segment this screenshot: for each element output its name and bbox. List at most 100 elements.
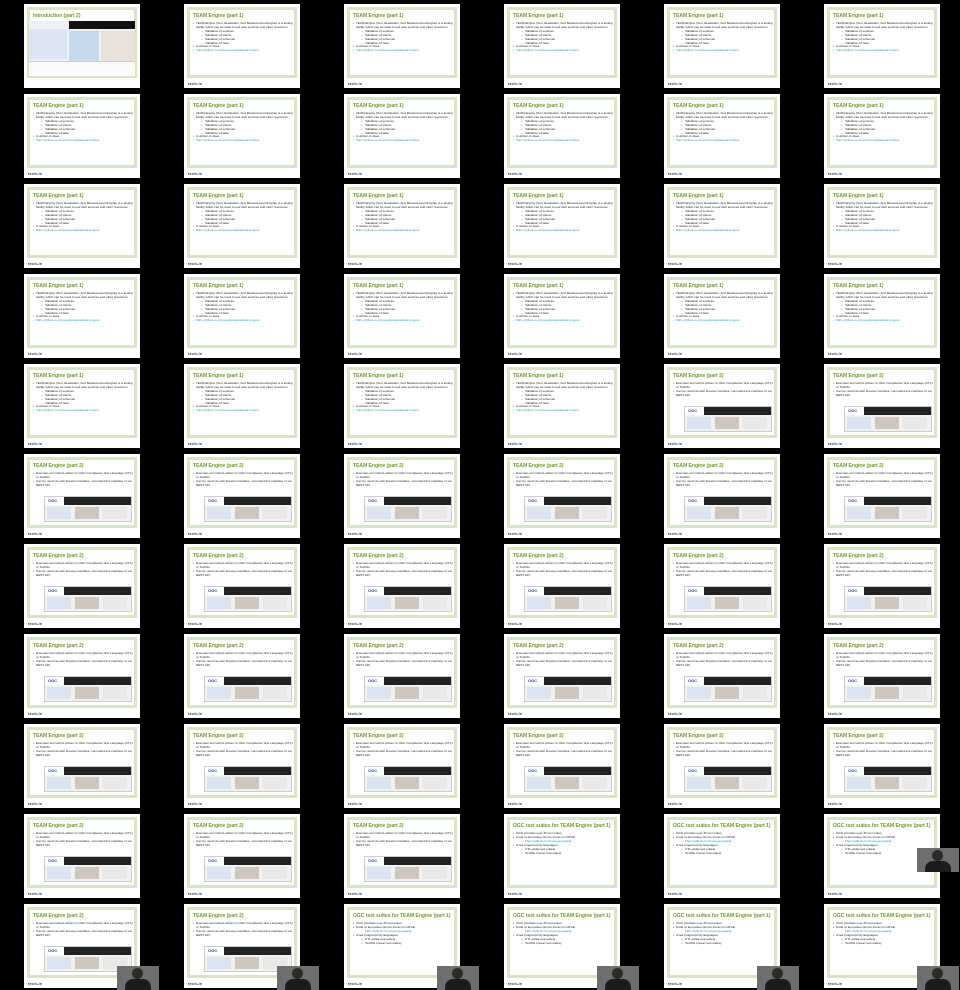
ogc-logo: OGC xyxy=(48,858,58,863)
slide-thumbnail[interactable]: TEAM Engine (part 1) TEAM Engine (Test, E… xyxy=(504,364,620,448)
slide-thumbnail[interactable]: TEAM Engine (part 1) TEAM Engine (Test, E… xyxy=(664,4,780,88)
slide-thumbnail[interactable]: TEAM Engine (part 2) Executes test script… xyxy=(824,544,940,628)
slide-thumbnail[interactable]: TEAM Engine (part 2) Executes test script… xyxy=(184,814,300,898)
slide-body: TEAM Engine (Test, Evaluation, And Measu… xyxy=(33,111,133,143)
ogc-website-screenshot: OGC xyxy=(844,406,932,432)
slide-body: Executes test scripts written in OGC Com… xyxy=(193,741,293,758)
screenshot-banner xyxy=(45,497,131,505)
slide-thumbnail[interactable]: TEAM Engine (part 1) TEAM Engine (Test, E… xyxy=(24,274,140,358)
slide-thumbnail[interactable]: TEAM Engine (part 2) Executes test script… xyxy=(824,454,940,538)
tech-ie-logo: tech-ie xyxy=(188,891,203,896)
slide-thumbnail[interactable]: TEAM Engine (part 2) Executes test script… xyxy=(24,814,140,898)
slide-thumbnail[interactable]: TEAM Engine (part 2) Executes test script… xyxy=(344,814,460,898)
slide-thumbnail[interactable]: TEAM Engine (part 1) TEAM Engine (Test, E… xyxy=(824,274,940,358)
screenshot-column xyxy=(75,687,99,699)
slide-thumbnail[interactable]: TEAM Engine (part 2) Executes test script… xyxy=(504,724,620,808)
slide-thumbnail[interactable]: TEAM Engine (part 2) Executes test script… xyxy=(824,634,940,718)
screenshot-column xyxy=(207,507,231,519)
slide-thumbnail[interactable]: TEAM Engine (part 2) Executes test script… xyxy=(664,454,780,538)
slide-thumbnail[interactable]: TEAM Engine (part 1) TEAM Engine (Test, E… xyxy=(184,274,300,358)
slide-thumbnail[interactable]: TEAM Engine (part 2) Executes test script… xyxy=(184,544,300,628)
tech-ie-logo: tech-ie xyxy=(508,81,523,86)
tech-ie-logo: tech-ie xyxy=(668,261,683,266)
slide-thumbnail[interactable]: TEAM Engine (part 1) TEAM Engine (Test, E… xyxy=(664,184,780,268)
ogc-website-screenshot: OGC xyxy=(524,496,612,522)
screenshot-banner xyxy=(685,677,771,685)
slide-thumbnail[interactable]: TEAM Engine (part 1) TEAM Engine (Test, E… xyxy=(24,364,140,448)
slide-thumbnail[interactable]: TEAM Engine (part 1) TEAM Engine (Test, E… xyxy=(24,184,140,268)
slide-thumbnail[interactable]: TEAM Engine (part 1) TEAM Engine (Test, E… xyxy=(824,184,940,268)
slide-thumbnail[interactable]: TEAM Engine (part 2) Executes test script… xyxy=(504,544,620,628)
slide-thumbnail[interactable]: TEAM Engine (part 1) TEAM Engine (Test, E… xyxy=(504,184,620,268)
ogc-website-screenshot: OGC xyxy=(204,676,292,702)
slide-thumbnail[interactable]: TEAM Engine (part 2) Executes test script… xyxy=(184,634,300,718)
screenshot-column xyxy=(423,777,447,789)
bullet-text: Can be used via web browser interface, c… xyxy=(33,749,133,758)
slide-thumbnail[interactable]: Introduction (part 2) xyxy=(24,4,140,88)
slide-thumbnail[interactable]: TEAM Engine (part 2) Executes test script… xyxy=(344,724,460,808)
slide-thumbnail[interactable]: TEAM Engine (part 2) Executes test script… xyxy=(344,454,460,538)
slide-title: TEAM Engine (part 2) xyxy=(833,553,884,559)
slide-thumbnail[interactable]: TEAM Engine (part 1) TEAM Engine (Test, E… xyxy=(184,184,300,268)
sub-bullet-text: TestNG (newer test suites) xyxy=(513,851,613,856)
ogc-logo: OGC xyxy=(528,498,538,503)
slide-thumbnail[interactable]: TEAM Engine (part 2) Executes test script… xyxy=(504,454,620,538)
slide-thumbnail[interactable]: TEAM Engine (part 2) Executes test script… xyxy=(344,634,460,718)
slide-thumbnail[interactable]: TEAM Engine (part 1) TEAM Engine (Test, E… xyxy=(344,94,460,178)
tech-ie-logo: tech-ie xyxy=(508,981,523,986)
slide-thumbnail[interactable]: TEAM Engine (part 1) TEAM Engine (Test, E… xyxy=(664,274,780,358)
bullet-text: Can be used via web browser interface, c… xyxy=(353,479,453,488)
slide-thumbnail[interactable]: TEAM Engine (part 2) Executes test script… xyxy=(824,724,940,808)
slide-thumbnail[interactable]: OGC test suites for TEAM Engine (part 1)… xyxy=(664,814,780,898)
presenter-head xyxy=(612,968,623,979)
slide-body: TEAM Engine (Test, Evaluation, And Measu… xyxy=(833,111,933,143)
tech-ie-logo: tech-ie xyxy=(668,711,683,716)
slide-title: TEAM Engine (part 2) xyxy=(193,733,244,739)
screenshot-banner xyxy=(45,857,131,865)
slide-title: TEAM Engine (part 1) xyxy=(513,193,564,199)
slide-thumbnail[interactable]: TEAM Engine (part 2) Executes test script… xyxy=(24,634,140,718)
slide-thumbnail[interactable]: TEAM Engine (part 1) TEAM Engine (Test, E… xyxy=(344,184,460,268)
slide-thumbnail[interactable]: OGC test suites for TEAM Engine (part 1)… xyxy=(504,814,620,898)
slide-thumbnail[interactable]: TEAM Engine (part 1) TEAM Engine (Test, E… xyxy=(184,94,300,178)
slide-thumbnail[interactable]: TEAM Engine (part 2) Executes test script… xyxy=(824,364,940,448)
slide-thumbnail[interactable]: TEAM Engine (part 1) TEAM Engine (Test, E… xyxy=(504,94,620,178)
slide-thumbnail[interactable]: TEAM Engine (part 1) TEAM Engine (Test, E… xyxy=(824,4,940,88)
slide-title: TEAM Engine (part 1) xyxy=(513,103,564,109)
slide-thumbnail[interactable]: TEAM Engine (part 2) Executes test script… xyxy=(664,544,780,628)
screenshot-column xyxy=(847,777,871,789)
screenshot-column xyxy=(75,777,99,789)
slide-thumbnail[interactable]: TEAM Engine (part 1) TEAM Engine (Test, E… xyxy=(344,4,460,88)
slide-thumbnail[interactable]: TEAM Engine (part 1) TEAM Engine (Test, E… xyxy=(24,94,140,178)
slide-thumbnail[interactable]: TEAM Engine (part 1) TEAM Engine (Test, E… xyxy=(344,364,460,448)
slide-thumbnail[interactable]: TEAM Engine (part 2) Executes test script… xyxy=(344,544,460,628)
tech-ie-logo: tech-ie xyxy=(668,351,683,356)
slide-body: OGC provides over 40 test suitesCode of … xyxy=(833,921,933,945)
ogc-logo: OGC xyxy=(208,678,218,683)
slide-thumbnail[interactable]: TEAM Engine (part 2) Executes test script… xyxy=(24,454,140,538)
slide-title: TEAM Engine (part 2) xyxy=(833,463,884,469)
slide-thumbnail[interactable]: TEAM Engine (part 2) Executes test script… xyxy=(664,364,780,448)
slide-thumbnail[interactable]: TEAM Engine (part 1) TEAM Engine (Test, E… xyxy=(504,274,620,358)
slide-thumbnail[interactable]: TEAM Engine (part 2) Executes test script… xyxy=(184,454,300,538)
slide-thumbnail[interactable]: TEAM Engine (part 2) Executes test script… xyxy=(24,544,140,628)
slide-title: TEAM Engine (part 2) xyxy=(193,463,244,469)
slide-thumbnail[interactable]: TEAM Engine (part 1) TEAM Engine (Test, E… xyxy=(824,94,940,178)
screenshot-column xyxy=(847,687,871,699)
slide-thumbnail[interactable]: TEAM Engine (part 1) TEAM Engine (Test, E… xyxy=(184,364,300,448)
slide-thumbnail[interactable]: TEAM Engine (part 2) Executes test script… xyxy=(664,634,780,718)
slide-thumbnail[interactable]: TEAM Engine (part 2) Executes test script… xyxy=(664,724,780,808)
slide-thumbnail[interactable]: TEAM Engine (part 2) Executes test script… xyxy=(184,724,300,808)
slide-body: TEAM Engine (Test, Evaluation, And Measu… xyxy=(353,201,453,233)
slide-thumbnail[interactable]: TEAM Engine (part 1) TEAM Engine (Test, E… xyxy=(504,4,620,88)
slide-thumbnail[interactable]: TEAM Engine (part 2) Executes test script… xyxy=(504,634,620,718)
slide-thumbnail[interactable]: TEAM Engine (part 1) TEAM Engine (Test, E… xyxy=(344,274,460,358)
tech-ie-logo: tech-ie xyxy=(348,531,363,536)
slide-body: TEAM Engine (Test, Evaluation, And Measu… xyxy=(33,291,133,323)
slide-thumbnail[interactable]: TEAM Engine (part 1) TEAM Engine (Test, E… xyxy=(184,4,300,88)
slide-body: Executes test scripts written in OGC Com… xyxy=(833,741,933,758)
slide-thumbnail[interactable]: TEAM Engine (part 2) Executes test script… xyxy=(24,724,140,808)
github-link: https://github.com/opengeospatial/teamen… xyxy=(33,318,133,323)
screenshot-column xyxy=(263,597,287,609)
slide-thumbnail[interactable]: TEAM Engine (part 1) TEAM Engine (Test, E… xyxy=(664,94,780,178)
